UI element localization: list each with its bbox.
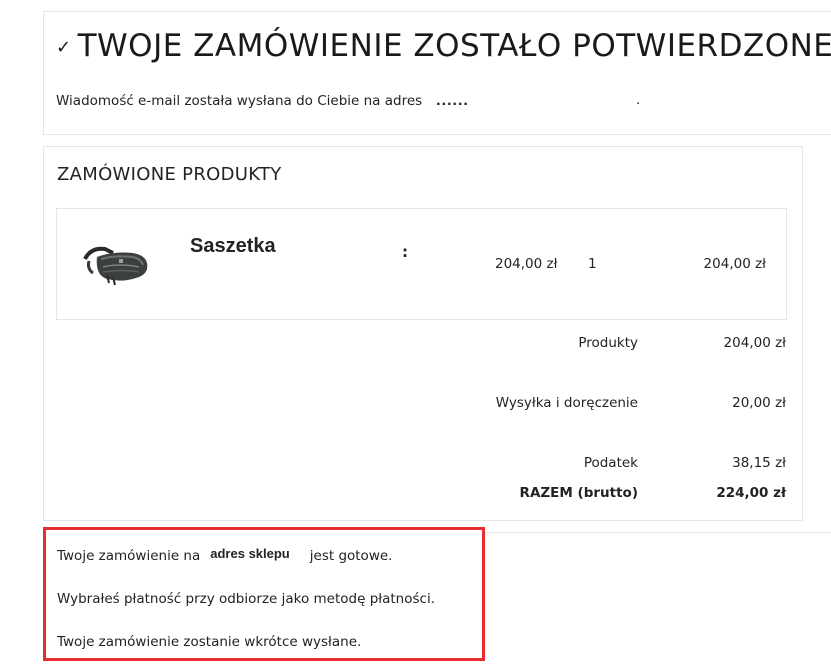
confirmation-title: ✓ TWOJE ZAMÓWIENIE ZOSTAŁO POTWIERDZONE (56, 28, 831, 64)
check-icon: ✓ (56, 37, 72, 58)
order-ready-prefix: Twoje zamówienie na (57, 548, 201, 564)
order-ready-suffix: jest gotowe. (309, 548, 393, 564)
order-info-highlight-box: Twoje zamówienie na adres sklepu jest goto… (43, 527, 485, 661)
product-line-total: 204,00 zł (703, 256, 766, 272)
product-name[interactable]: Saszetka (190, 235, 276, 258)
summary-products-label: Produkty (578, 335, 638, 351)
summary-shipping-value: 20,00 zł (732, 395, 786, 411)
ordered-products-card: ZAMÓWIONE PRODUKTY Saszetka : 204,00 zł … (43, 146, 803, 521)
product-quantity: 1 (588, 256, 597, 272)
product-unit-price: 204,00 zł (495, 256, 558, 272)
summary-total-value: 224,00 zł (716, 485, 786, 501)
shipping-soon-line: Twoje zamówienie zostanie wkrótce wysłan… (57, 634, 362, 650)
confirmation-title-text: TWOJE ZAMÓWIENIE ZOSTAŁO POTWIERDZONE (77, 28, 831, 64)
shop-address: adres sklepu (210, 546, 290, 561)
redacted-email: ...... (436, 92, 469, 109)
summary-tax-label: Podatek (583, 455, 638, 471)
email-notice-period: . (636, 92, 641, 108)
payment-method-line: Wybrałeś płatność przy odbiorze jako met… (57, 591, 435, 607)
email-notice-text: Wiadomość e-mail została wysłana do Cieb… (56, 93, 423, 109)
summary-products-value: 204,00 zł (723, 335, 786, 351)
section-title: ZAMÓWIONE PRODUKTY (57, 164, 282, 185)
product-row: Saszetka : 204,00 zł 1 204,00 zł (56, 208, 787, 320)
product-attributes-separator: : (402, 243, 408, 261)
column-divider (802, 160, 803, 520)
order-ready-line: Twoje zamówienie na adres sklepu jest goto… (57, 546, 392, 564)
summary-tax-value: 38,15 zł (732, 455, 786, 471)
email-notice: Wiadomość e-mail została wysłana do Cieb… (56, 92, 640, 110)
summary-total-label: RAZEM (brutto) (519, 485, 638, 501)
order-confirmation-card: ✓ TWOJE ZAMÓWIENIE ZOSTAŁO POTWIERDZONE W… (43, 11, 831, 135)
summary-shipping-label: Wysyłka i doręczenie (495, 395, 638, 411)
belt-bag-image (83, 246, 148, 286)
